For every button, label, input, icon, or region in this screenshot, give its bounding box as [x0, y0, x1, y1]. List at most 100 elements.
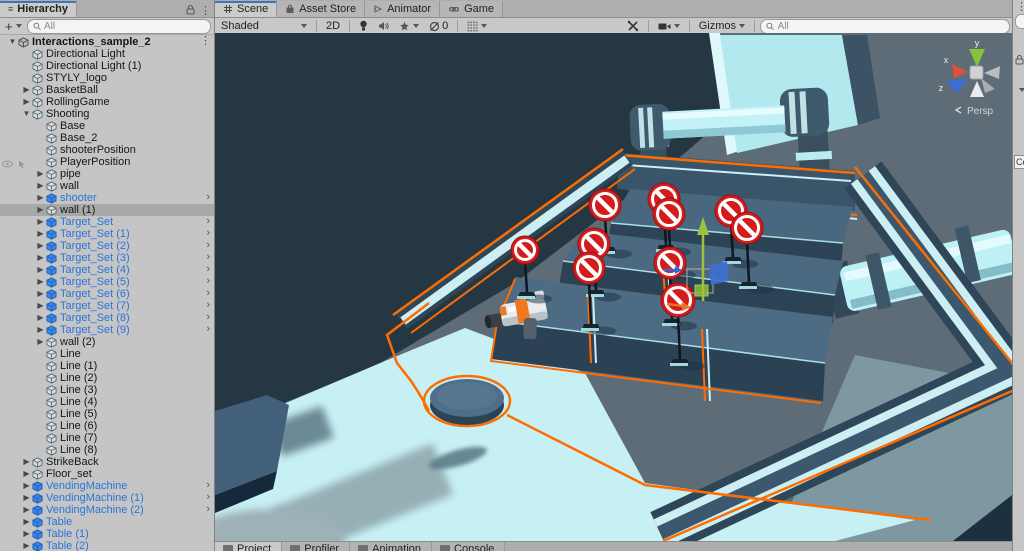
hierarchy-row[interactable]: Directional Light (1): [0, 60, 214, 72]
expand-arrow-icon[interactable]: ▶: [36, 216, 45, 228]
expand-arrow-icon[interactable]: ▶: [36, 180, 45, 192]
prefab-open-chevron-icon[interactable]: ›: [206, 191, 210, 203]
audio-toggle-button[interactable]: [374, 19, 393, 33]
scene-menu-icon[interactable]: ⋮: [200, 36, 211, 47]
hierarchy-row[interactable]: Line (7): [0, 432, 214, 444]
hierarchy-row[interactable]: Line: [0, 348, 214, 360]
panel-menu-icon[interactable]: ⋮: [1016, 2, 1024, 13]
scene-viewport[interactable]: y x z Persp: [215, 33, 1012, 541]
hierarchy-row[interactable]: ▶ wall: [0, 180, 214, 192]
hierarchy-row[interactable]: ▶ shooter ›: [0, 191, 214, 204]
prefab-open-chevron-icon[interactable]: ›: [206, 263, 210, 275]
tab-animation[interactable]: Animation: [350, 542, 433, 551]
hierarchy-row[interactable]: ▶ VendingMachine (2) ›: [0, 503, 214, 516]
expand-arrow-icon[interactable]: ▶: [36, 288, 45, 300]
hierarchy-row[interactable]: ▶ Target_Set (2) ›: [0, 239, 214, 252]
hierarchy-row[interactable]: Line (5): [0, 408, 214, 420]
expand-arrow-icon[interactable]: ▶: [36, 168, 45, 180]
tab-profiler[interactable]: Profiler: [282, 542, 351, 551]
hierarchy-search[interactable]: [26, 18, 211, 34]
effects-dropdown-button[interactable]: [395, 19, 423, 33]
prefab-open-chevron-icon[interactable]: ›: [206, 227, 210, 239]
hierarchy-row[interactable]: shooterPosition: [0, 144, 214, 156]
prefab-open-chevron-icon[interactable]: ›: [206, 479, 210, 491]
hierarchy-row[interactable]: ▶ BasketBall: [0, 84, 214, 96]
hierarchy-menu-icon[interactable]: ⋮: [200, 6, 211, 17]
prefab-open-chevron-icon[interactable]: ›: [206, 275, 210, 287]
lock-icon[interactable]: [1015, 52, 1024, 70]
expand-arrow-icon[interactable]: ▶: [36, 300, 45, 312]
hierarchy-row[interactable]: ▶ StrikeBack: [0, 456, 214, 468]
expand-arrow-icon[interactable]: ▶: [22, 96, 31, 108]
hierarchy-row[interactable]: Directional Light: [0, 48, 214, 60]
hierarchy-search-input[interactable]: [44, 20, 205, 32]
hierarchy-row[interactable]: Line (8): [0, 444, 214, 456]
expand-arrow-icon[interactable]: ▶: [22, 84, 31, 96]
prefab-open-chevron-icon[interactable]: ›: [206, 215, 210, 227]
hierarchy-row[interactable]: ▶ Target_Set (1) ›: [0, 227, 214, 240]
hierarchy-row[interactable]: STYLY_logo: [0, 72, 214, 84]
expand-arrow-icon[interactable]: ▶: [36, 240, 45, 252]
hierarchy-row[interactable]: ▶ pipe: [0, 168, 214, 180]
tab-console[interactable]: Console: [432, 542, 506, 551]
hierarchy-row[interactable]: Line (1): [0, 360, 214, 372]
hierarchy-row[interactable]: ▶ Target_Set (4) ›: [0, 263, 214, 276]
hierarchy-row[interactable]: ▶ wall (1): [0, 204, 214, 216]
hierarchy-row[interactable]: ▶ Target_Set (6) ›: [0, 287, 214, 300]
prefab-open-chevron-icon[interactable]: ›: [206, 239, 210, 251]
expand-arrow-icon[interactable]: ▶: [22, 480, 31, 492]
scene-visibility-button[interactable]: 0: [425, 19, 452, 33]
tab-hierarchy[interactable]: ≡ Hierarchy: [0, 1, 78, 17]
expand-arrow-icon[interactable]: ▶: [22, 468, 31, 480]
hierarchy-row[interactable]: Base: [0, 120, 214, 132]
prefab-open-chevron-icon[interactable]: ›: [206, 503, 210, 515]
expand-arrow-icon[interactable]: ▶: [36, 312, 45, 324]
prefab-open-chevron-icon[interactable]: ›: [206, 491, 210, 503]
expand-arrow-icon[interactable]: ▶: [22, 516, 31, 528]
hierarchy-row[interactable]: PlayerPosition: [0, 156, 214, 168]
hierarchy-row[interactable]: ▶ Target_Set (3) ›: [0, 251, 214, 264]
expand-arrow-icon[interactable]: ▶: [22, 456, 31, 468]
expand-arrow-icon[interactable]: ▶: [22, 504, 31, 516]
gizmos-dropdown[interactable]: Gizmos: [695, 19, 749, 33]
camera-settings-button[interactable]: [654, 19, 684, 33]
hierarchy-row[interactable]: Line (3): [0, 384, 214, 396]
tab-animator[interactable]: Animator: [365, 1, 441, 17]
expand-arrow-icon[interactable]: ▶: [36, 264, 45, 276]
hierarchy-row[interactable]: ▶ Target_Set ›: [0, 215, 214, 228]
tab-game[interactable]: Game: [440, 1, 504, 17]
expand-arrow-icon[interactable]: ▶: [36, 324, 45, 336]
tab-project[interactable]: Project: [215, 542, 283, 551]
create-button[interactable]: +: [3, 19, 24, 34]
expand-arrow-icon[interactable]: ▼: [22, 108, 31, 120]
expand-arrow-icon[interactable]: ▶: [36, 192, 45, 204]
expand-arrow-icon[interactable]: ▶: [36, 276, 45, 288]
prefab-open-chevron-icon[interactable]: ›: [206, 311, 210, 323]
tab-asset-store[interactable]: Asset Store: [277, 1, 366, 17]
prefab-open-chevron-icon[interactable]: ›: [206, 299, 210, 311]
expand-arrow-icon[interactable]: ▼: [8, 36, 17, 48]
prefab-open-chevron-icon[interactable]: ›: [206, 287, 210, 299]
lock-icon[interactable]: [186, 2, 195, 20]
hierarchy-row[interactable]: ▶ Target_Set (9) ›: [0, 323, 214, 336]
hierarchy-row[interactable]: ▶ Floor_set: [0, 468, 214, 480]
hierarchy-row[interactable]: ▶ Target_Set (7) ›: [0, 299, 214, 312]
hierarchy-row[interactable]: Line (4): [0, 396, 214, 408]
expand-arrow-icon[interactable]: ▶: [22, 540, 31, 551]
expand-arrow-icon[interactable]: ▶: [36, 204, 45, 216]
hierarchy-row[interactable]: ▼ Shooting: [0, 108, 214, 120]
grid-settings-button[interactable]: [463, 19, 491, 33]
2d-toggle-button[interactable]: 2D: [322, 19, 344, 33]
shading-mode-dropdown[interactable]: Shaded: [217, 19, 311, 33]
hierarchy-row[interactable]: ▶ Target_Set (8) ›: [0, 311, 214, 324]
expand-arrow-icon[interactable]: ▶: [22, 492, 31, 504]
editor-tools-button[interactable]: [623, 19, 643, 33]
hierarchy-row[interactable]: ▶ wall (2): [0, 336, 214, 348]
hierarchy-row[interactable]: Line (6): [0, 420, 214, 432]
hierarchy-row[interactable]: ▶ Table: [0, 516, 214, 528]
expand-arrow-icon[interactable]: ▶: [36, 336, 45, 348]
hierarchy-row[interactable]: ▶ VendingMachine (1) ›: [0, 491, 214, 504]
hierarchy-row[interactable]: ▶ Table (2): [0, 540, 214, 551]
tab-scene[interactable]: Scene: [215, 1, 278, 17]
scene-search-input[interactable]: [777, 20, 1004, 32]
